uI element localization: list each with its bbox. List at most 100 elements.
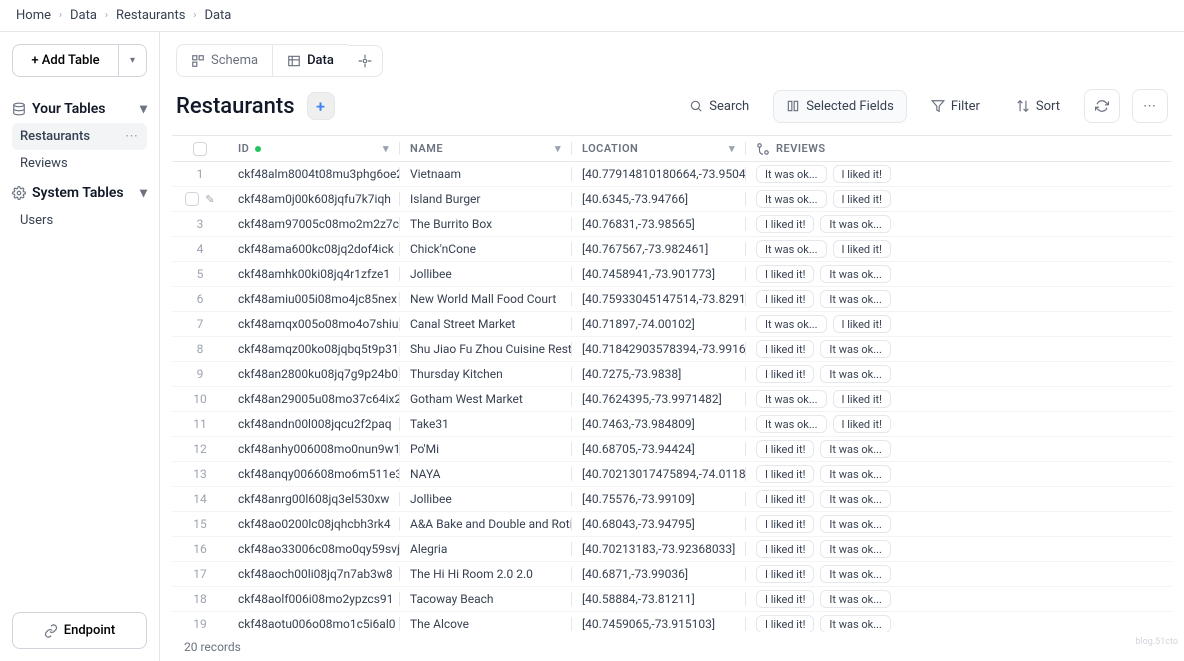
review-badge[interactable]: It was ok...: [820, 340, 891, 358]
cell-reviews[interactable]: I liked it!It was ok...: [746, 565, 1172, 583]
table-row[interactable]: ✎ ckf48am0j00k608jqfu7k7iqhIsland Burger[…: [172, 187, 1172, 212]
review-badge[interactable]: It was ok...: [820, 265, 891, 283]
cell-location[interactable]: [40.6345,-73.94766]: [572, 192, 746, 206]
review-badge[interactable]: I liked it!: [756, 490, 814, 508]
table-row[interactable]: 13ckf48anqy006608mo6m511e3bNAYA[40.70213…: [172, 462, 1172, 487]
cell-location[interactable]: [40.68705,-73.94424]: [572, 442, 746, 456]
col-reviews[interactable]: REVIEWS: [746, 142, 1172, 156]
add-table-dropdown[interactable]: ▾: [119, 44, 147, 77]
cell-id[interactable]: ckf48an2800ku08jq7g9p24b0: [228, 367, 400, 381]
cell-id[interactable]: ckf48anqy006608mo6m511e3b: [228, 467, 400, 481]
review-badge[interactable]: It was ok...: [820, 440, 891, 458]
cell-id[interactable]: ckf48andn00l008jqcu2f2paq: [228, 417, 400, 431]
endpoint-button[interactable]: Endpoint: [12, 612, 147, 649]
table-row[interactable]: 5ckf48amhk00ki08jq4r1zfze1Jollibee[40.74…: [172, 262, 1172, 287]
cell-id[interactable]: ckf48anhy006008mo0nun9w1u: [228, 442, 400, 456]
cell-name[interactable]: Gotham West Market: [400, 392, 572, 406]
cell-location[interactable]: [40.7624395,-73.9971482]: [572, 392, 746, 406]
cell-location[interactable]: [40.70213183,-73.92368033]: [572, 542, 746, 556]
tab-data[interactable]: Data: [273, 44, 348, 77]
review-badge[interactable]: It was ok...: [756, 240, 827, 258]
cell-id[interactable]: ckf48anrg00l608jq3el530xw: [228, 492, 400, 506]
table-row[interactable]: 10ckf48an29005u08mo37c64ix2Gotham West M…: [172, 387, 1172, 412]
cell-id[interactable]: ckf48amqz00ko08jqbq5t9p31: [228, 342, 400, 356]
review-badge[interactable]: I liked it!: [833, 315, 891, 333]
cell-id[interactable]: ckf48aoch00li08jq7n7ab3w8: [228, 567, 400, 581]
edit-icon[interactable]: ✎: [205, 193, 214, 206]
cell-location[interactable]: [40.71897,-74.00102]: [572, 317, 746, 331]
cell-id[interactable]: ckf48amhk00ki08jq4r1zfze1: [228, 267, 400, 281]
cell-name[interactable]: Jollibee: [400, 492, 572, 506]
review-badge[interactable]: It was ok...: [820, 565, 891, 583]
crumb-data[interactable]: Data: [70, 8, 97, 23]
cell-location[interactable]: [40.70213017475894,-74.01183627...]: [572, 467, 746, 481]
cell-location[interactable]: [40.75933045147514,-73.82915161541...]: [572, 292, 746, 306]
cell-name[interactable]: Jollibee: [400, 267, 572, 281]
crumb-home[interactable]: Home: [16, 8, 51, 23]
table-row[interactable]: 7ckf48amqx005o08mo4o7shiu6Canal Street M…: [172, 312, 1172, 337]
cell-location[interactable]: [40.76831,-73.98565]: [572, 217, 746, 231]
tab-schema[interactable]: Schema: [176, 44, 273, 77]
cell-reviews[interactable]: I liked it!It was ok...: [746, 365, 1172, 383]
cell-reviews[interactable]: It was ok...I liked it!: [746, 190, 1172, 208]
selected-fields-button[interactable]: Selected Fields: [773, 90, 907, 123]
review-badge[interactable]: I liked it!: [833, 415, 891, 433]
cell-id[interactable]: ckf48ao33006c08mo0qy59svj: [228, 542, 400, 556]
table-row[interactable]: 9ckf48an2800ku08jq7g9p24b0Thursday Kitch…: [172, 362, 1172, 387]
review-badge[interactable]: It was ok...: [820, 215, 891, 233]
cell-name[interactable]: Tacoway Beach: [400, 592, 572, 606]
your-tables-header[interactable]: Your Tables ▾: [12, 101, 147, 117]
cell-reviews[interactable]: It was ok...I liked it!: [746, 240, 1172, 258]
cell-location[interactable]: [40.7275,-73.9838]: [572, 367, 746, 381]
review-badge[interactable]: It was ok...: [820, 615, 891, 632]
chevron-down-icon[interactable]: ▾: [729, 142, 735, 155]
more-icon[interactable]: ⋯: [125, 129, 139, 144]
cell-location[interactable]: [40.7459065,-73.915103]: [572, 617, 746, 631]
review-badge[interactable]: It was ok...: [756, 390, 827, 408]
table-row[interactable]: 19ckf48aotu006o08mo1c5i6al0The Alcove[40…: [172, 612, 1172, 632]
cell-id[interactable]: ckf48aotu006o08mo1c5i6al0: [228, 617, 400, 631]
table-row[interactable]: 14ckf48anrg00l608jq3el530xwJollibee[40.7…: [172, 487, 1172, 512]
cell-name[interactable]: New World Mall Food Court: [400, 292, 572, 306]
crumb-restaurants[interactable]: Restaurants: [116, 8, 185, 23]
cell-name[interactable]: Alegria: [400, 542, 572, 556]
cell-name[interactable]: Vietnaam: [400, 167, 572, 181]
sort-button[interactable]: Sort: [1004, 91, 1072, 122]
table-row[interactable]: 16ckf48ao33006c08mo0qy59svjAlegria[40.70…: [172, 537, 1172, 562]
cell-location[interactable]: [40.75576,-73.99109]: [572, 492, 746, 506]
table-row[interactable]: 8ckf48amqz00ko08jqbq5t9p31Shu Jiao Fu Zh…: [172, 337, 1172, 362]
table-row[interactable]: 18ckf48aolf006i08mo2ypzcs91Tacoway Beach…: [172, 587, 1172, 612]
cell-id[interactable]: ckf48am0j00k608jqfu7k7iqh: [228, 192, 400, 206]
cell-reviews[interactable]: I liked it!It was ok...: [746, 540, 1172, 558]
cell-location[interactable]: [40.7458941,-73.901773]: [572, 267, 746, 281]
sidebar-item-restaurants[interactable]: Restaurants ⋯: [12, 123, 147, 150]
cell-name[interactable]: Canal Street Market: [400, 317, 572, 331]
review-badge[interactable]: I liked it!: [756, 515, 814, 533]
cell-location[interactable]: [40.6871,-73.99036]: [572, 567, 746, 581]
cell-id[interactable]: ckf48ama600kc08jq2dof4ick: [228, 242, 400, 256]
cell-reviews[interactable]: I liked it!It was ok...: [746, 515, 1172, 533]
review-badge[interactable]: It was ok...: [756, 315, 827, 333]
tab-settings[interactable]: [348, 45, 383, 77]
cell-name[interactable]: The Hi Hi Room 2.0 2.0: [400, 567, 572, 581]
sidebar-item-reviews[interactable]: Reviews: [12, 150, 147, 177]
review-badge[interactable]: It was ok...: [820, 490, 891, 508]
table-row[interactable]: 6ckf48amiu005i08mo4jc85nexNew World Mall…: [172, 287, 1172, 312]
table-row[interactable]: 4ckf48ama600kc08jq2dof4ickChick'nCone[40…: [172, 237, 1172, 262]
table-row[interactable]: 15ckf48ao0200lc08jqhcbh3rk4A&A Bake and …: [172, 512, 1172, 537]
cell-name[interactable]: Thursday Kitchen: [400, 367, 572, 381]
system-tables-header[interactable]: System Tables ▾: [12, 185, 147, 201]
row-checkbox[interactable]: [185, 192, 199, 206]
sidebar-item-users[interactable]: Users: [12, 207, 147, 234]
cell-id[interactable]: ckf48alm8004t08mu3phg6oe2: [228, 167, 400, 181]
col-location[interactable]: LOCATION ▾: [572, 142, 746, 155]
add-table-button[interactable]: + Add Table: [12, 44, 119, 77]
cell-name[interactable]: Island Burger: [400, 192, 572, 206]
cell-name[interactable]: Shu Jiao Fu Zhou Cuisine Restau...: [400, 342, 572, 356]
review-badge[interactable]: It was ok...: [756, 415, 827, 433]
review-badge[interactable]: I liked it!: [756, 615, 814, 632]
cell-id[interactable]: ckf48aolf006i08mo2ypzcs91: [228, 592, 400, 606]
cell-name[interactable]: The Alcove: [400, 617, 572, 631]
cell-id[interactable]: ckf48ao0200lc08jqhcbh3rk4: [228, 517, 400, 531]
table-row[interactable]: 11ckf48andn00l008jqcu2f2paqTake31[40.746…: [172, 412, 1172, 437]
